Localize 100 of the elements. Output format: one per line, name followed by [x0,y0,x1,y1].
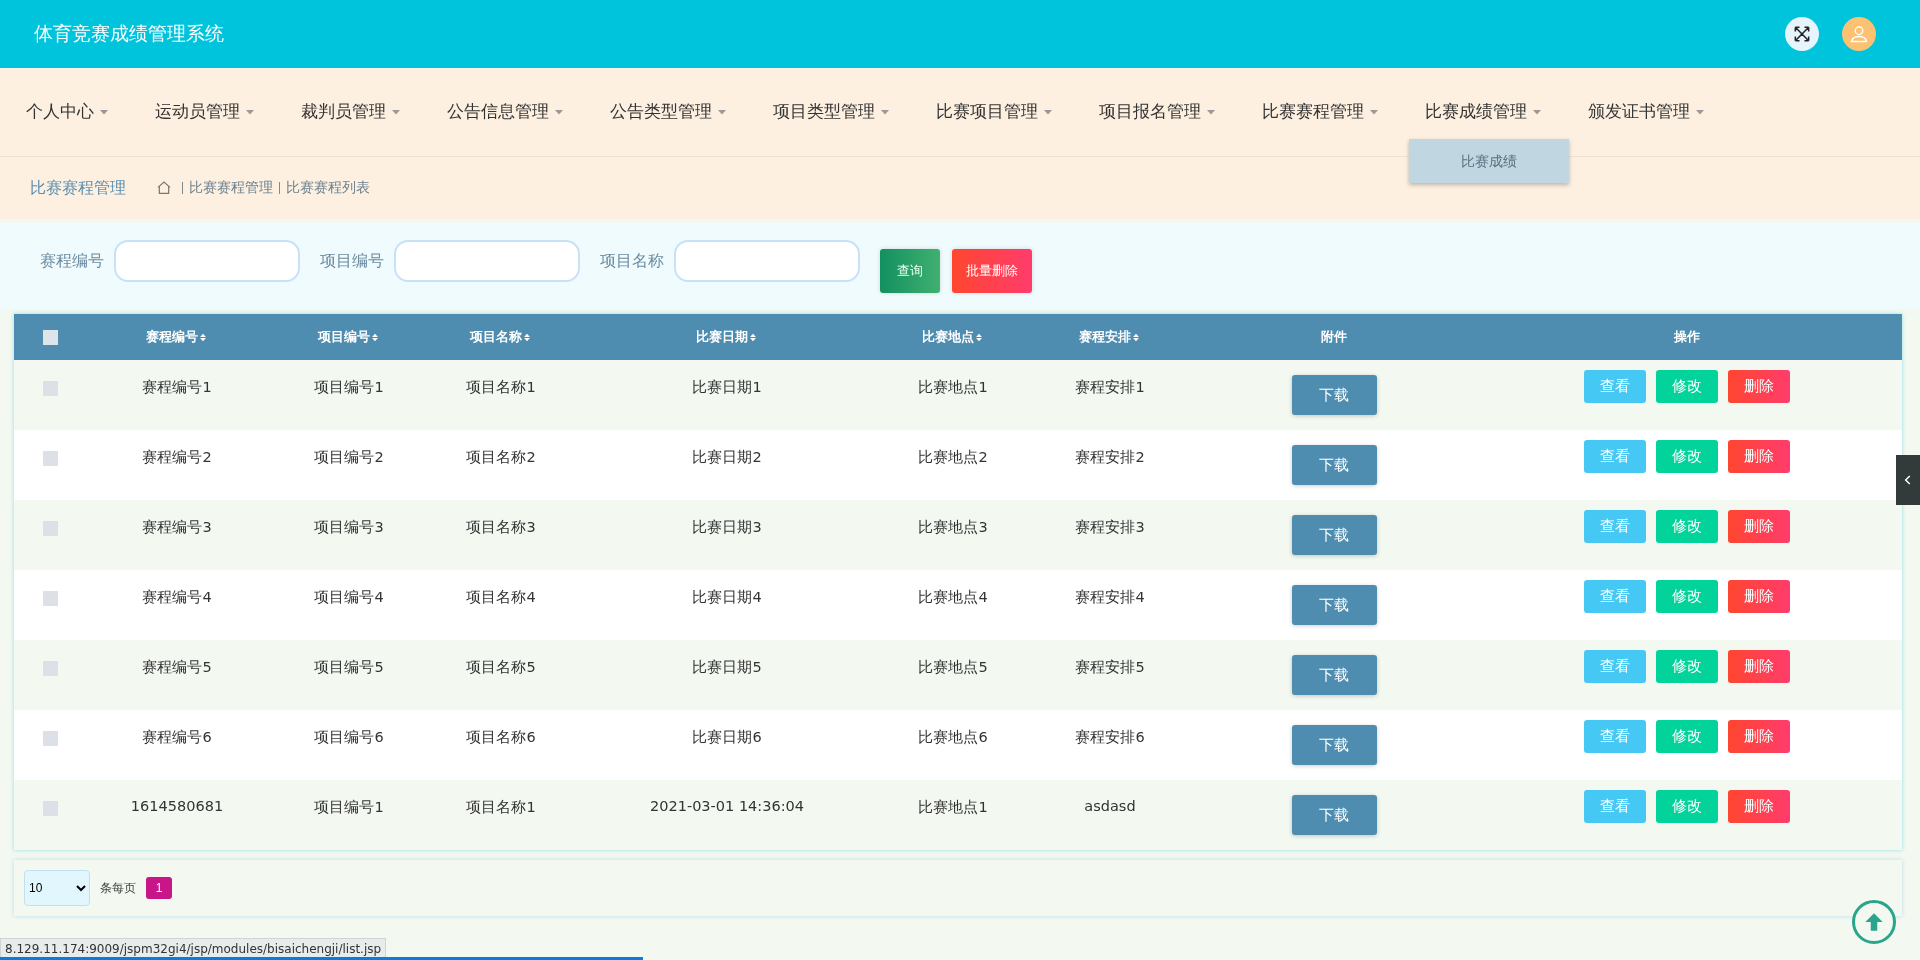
row-checkbox[interactable] [42,521,58,536]
nav-menu-item[interactable]: 项目类型管理 [773,101,891,123]
page-number[interactable]: 1 [146,877,172,899]
nav-menu-item[interactable]: 项目报名管理 [1099,101,1217,123]
table-cell: 比赛地点5 [882,640,1024,710]
table-cell: 项目名称4 [430,570,572,640]
table-cell: 赛程安排3 [1024,500,1196,570]
column-header[interactable]: 赛程安排 [1079,329,1131,344]
download-button[interactable]: 下载 [1291,655,1377,695]
fullscreen-button[interactable] [1785,17,1819,51]
delete-button[interactable]: 删除 [1728,650,1790,683]
table-cell: 项目编号4 [268,570,430,640]
row-checkbox[interactable] [42,661,58,676]
table-cell: asdasd [1024,780,1196,850]
download-button[interactable]: 下载 [1291,795,1377,835]
edit-button[interactable]: 修改 [1656,720,1718,753]
view-button[interactable]: 查看 [1584,580,1646,613]
table-cell: 比赛地点2 [882,430,1024,500]
page-size-select[interactable]: 10 [24,870,90,906]
nav-menu-item[interactable]: 比赛项目管理 [936,101,1054,123]
view-button[interactable]: 查看 [1584,790,1646,823]
back-to-top-button[interactable] [1852,900,1896,944]
row-checkbox[interactable] [42,591,58,606]
edit-button[interactable]: 修改 [1656,580,1718,613]
user-button[interactable] [1842,17,1876,51]
download-button[interactable]: 下载 [1291,445,1377,485]
nav-menu-item[interactable]: 颁发证书管理 [1588,101,1706,123]
table-cell: 项目名称6 [430,710,572,780]
select-all-checkbox[interactable] [42,330,58,345]
delete-button[interactable]: 删除 [1728,580,1790,613]
column-header[interactable]: 项目名称 [470,329,522,344]
sort-icon [522,332,532,343]
table-cell: 2021-03-01 14:36:04 [572,780,882,850]
table-cell: 项目编号1 [268,780,430,850]
column-header[interactable]: 赛程编号 [146,329,198,344]
download-button[interactable]: 下载 [1291,515,1377,555]
edit-button[interactable]: 修改 [1656,510,1718,543]
edit-button[interactable]: 修改 [1656,650,1718,683]
table-cell: 比赛日期3 [572,500,882,570]
delete-button[interactable]: 删除 [1728,790,1790,823]
breadcrumb-link[interactable]: 比赛赛程管理 [189,179,273,197]
table-cell: 比赛地点1 [882,780,1024,850]
nav-menu-item[interactable]: 公告类型管理 [610,101,728,123]
table-cell: 项目编号1 [268,360,430,430]
edit-button[interactable]: 修改 [1656,440,1718,473]
table-cell: 项目名称3 [430,500,572,570]
table-cell: 比赛地点6 [882,710,1024,780]
row-checkbox[interactable] [42,801,58,816]
search-field[interactable] [394,240,580,282]
delete-button[interactable]: 删除 [1728,370,1790,403]
column-header[interactable]: 比赛地点 [922,329,974,344]
query-button[interactable]: 查询 [880,249,940,293]
edit-button[interactable]: 修改 [1656,370,1718,403]
row-checkbox[interactable] [42,451,58,466]
search-field[interactable] [674,240,860,282]
side-panel-toggle[interactable] [1896,455,1920,505]
table-cell: 赛程安排2 [1024,430,1196,500]
user-icon [1849,24,1869,44]
search-field[interactable] [114,240,300,282]
table-cell: 赛程编号4 [86,570,268,640]
breadcrumb-link[interactable]: 比赛赛程列表 [286,179,370,197]
view-button[interactable]: 查看 [1584,510,1646,543]
download-button[interactable]: 下载 [1291,725,1377,765]
table-cell: 比赛日期2 [572,430,882,500]
table-cell: 比赛日期4 [572,570,882,640]
download-button[interactable]: 下载 [1291,375,1377,415]
table-cell: 比赛日期6 [572,710,882,780]
expand-icon [1792,24,1812,44]
view-button[interactable]: 查看 [1584,440,1646,473]
delete-button[interactable]: 删除 [1728,720,1790,753]
view-button[interactable]: 查看 [1584,650,1646,683]
column-header[interactable]: 项目编号 [318,329,370,344]
row-checkbox[interactable] [42,381,58,396]
download-button[interactable]: 下载 [1291,585,1377,625]
nav-menu-item[interactable]: 公告信息管理 [447,101,565,123]
nav-menu-item[interactable]: 个人中心 [26,101,110,123]
batch-delete-button[interactable]: 批量删除 [952,249,1032,293]
table-cell: 赛程编号3 [86,500,268,570]
table-cell: 比赛日期5 [572,640,882,710]
nav-menu-item[interactable]: 裁判员管理 [301,101,402,123]
table-cell: 赛程编号2 [86,430,268,500]
view-button[interactable]: 查看 [1584,720,1646,753]
sort-icon [748,332,758,343]
field-label: 项目编号 [320,250,384,272]
nav-menu-item[interactable]: 比赛成绩管理 [1425,101,1543,123]
per-page-label: 条每页 [100,879,136,897]
home-icon [156,180,172,196]
table-cell: 项目编号6 [268,710,430,780]
nav-menu-item[interactable]: 比赛赛程管理 [1262,101,1380,123]
field-label: 项目名称 [600,250,664,272]
nav-menu-item[interactable]: 运动员管理 [155,101,256,123]
column-header[interactable]: 比赛日期 [696,329,748,344]
delete-button[interactable]: 删除 [1728,510,1790,543]
edit-button[interactable]: 修改 [1656,790,1718,823]
delete-button[interactable]: 删除 [1728,440,1790,473]
dropdown-item[interactable]: 比赛成绩 [1409,139,1569,183]
table-cell: 赛程安排4 [1024,570,1196,640]
table-cell: 赛程编号5 [86,640,268,710]
view-button[interactable]: 查看 [1584,370,1646,403]
row-checkbox[interactable] [42,731,58,746]
